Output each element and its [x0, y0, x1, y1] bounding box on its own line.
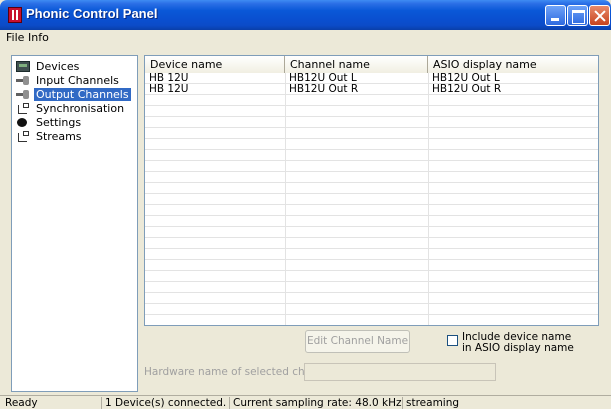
tree-item-label: Devices — [36, 59, 80, 73]
empty-row — [145, 95, 598, 106]
status-mode: streaming — [402, 397, 459, 409]
sync-icon — [16, 102, 30, 114]
column-header-asio-display-name[interactable]: ASIO display name — [428, 56, 598, 73]
empty-row — [145, 238, 598, 249]
empty-row — [145, 282, 598, 293]
tree-item-streams[interactable]: Streams — [16, 129, 84, 143]
status-sampling-rate: Current sampling rate: 48.0 kHz — [229, 397, 401, 409]
tree-item-synchronisation[interactable]: Synchronisation — [16, 101, 126, 115]
empty-row — [145, 150, 598, 161]
include-device-name-checkbox[interactable] — [447, 335, 458, 346]
menu-bar: File Info — [0, 30, 611, 46]
empty-row — [145, 227, 598, 238]
sync-icon — [16, 130, 30, 142]
edit-channel-name-button[interactable]: Edit Channel Name — [305, 330, 410, 353]
app-logo-icon — [8, 7, 22, 23]
status-bar: Ready 1 Device(s) connected. Current sam… — [0, 395, 611, 409]
empty-row — [145, 293, 598, 304]
navigation-tree[interactable]: Devices Input Channels Output Channels S… — [11, 55, 138, 392]
empty-row — [145, 117, 598, 128]
maximize-button[interactable] — [567, 5, 588, 26]
table-cell: HB12U Out R — [432, 83, 502, 95]
column-header-device-name[interactable]: Device name — [145, 56, 285, 73]
empty-row — [145, 106, 598, 117]
empty-row — [145, 216, 598, 227]
empty-row — [145, 304, 598, 315]
settings-icon — [16, 117, 30, 128]
empty-row — [145, 205, 598, 216]
plug-icon — [16, 89, 30, 100]
empty-row — [145, 260, 598, 271]
tree-item-devices[interactable]: Devices — [16, 59, 81, 73]
tree-item-label: Streams — [36, 129, 82, 143]
column-header-channel-name[interactable]: Channel name — [285, 56, 428, 73]
list-rows: HB 12U HB12U Out L HB12U Out L HB 12U HB12U … — [145, 72, 598, 325]
close-button[interactable] — [589, 5, 610, 26]
tree-item-label: Output Channels — [34, 87, 131, 101]
empty-row — [145, 139, 598, 150]
title-bar[interactable]: Phonic Control Panel — [0, 0, 611, 30]
status-ready: Ready — [5, 397, 38, 409]
list-header: Device name Channel name ASIO display na… — [145, 56, 598, 73]
empty-row — [145, 271, 598, 282]
empty-row — [145, 183, 598, 194]
tree-item-label: Settings — [36, 115, 82, 129]
tree-item-label: Synchronisation — [36, 101, 125, 115]
window-title: Phonic Control Panel — [26, 6, 158, 21]
table-cell: HB 12U — [149, 83, 189, 95]
empty-row — [145, 194, 598, 205]
empty-row — [145, 249, 598, 260]
empty-row — [145, 128, 598, 139]
empty-row — [145, 315, 598, 325]
include-device-name-label: Include device name in ASIO display name — [462, 331, 574, 354]
menu-file[interactable]: File — [6, 31, 24, 44]
menu-info[interactable]: Info — [28, 31, 49, 44]
minimize-button[interactable] — [545, 5, 566, 26]
tree-item-label: Input Channels — [36, 73, 119, 87]
status-devices: 1 Device(s) connected. — [101, 397, 226, 409]
table-cell: HB12U Out R — [289, 83, 359, 95]
tree-item-input-channels[interactable]: Input Channels — [16, 73, 121, 87]
hardware-name-field[interactable] — [304, 363, 496, 381]
plug-icon — [16, 75, 30, 86]
table-row[interactable]: HB 12U HB12U Out L HB12U Out L — [145, 72, 598, 84]
empty-row — [145, 172, 598, 183]
tree-item-output-channels[interactable]: Output Channels — [16, 87, 131, 101]
empty-row — [145, 161, 598, 172]
tree-item-settings[interactable]: Settings — [16, 115, 83, 129]
table-row[interactable]: HB 12U HB12U Out R HB12U Out R — [145, 83, 598, 95]
devices-icon — [16, 60, 30, 72]
channel-list[interactable]: Device name Channel name ASIO display na… — [144, 55, 599, 326]
